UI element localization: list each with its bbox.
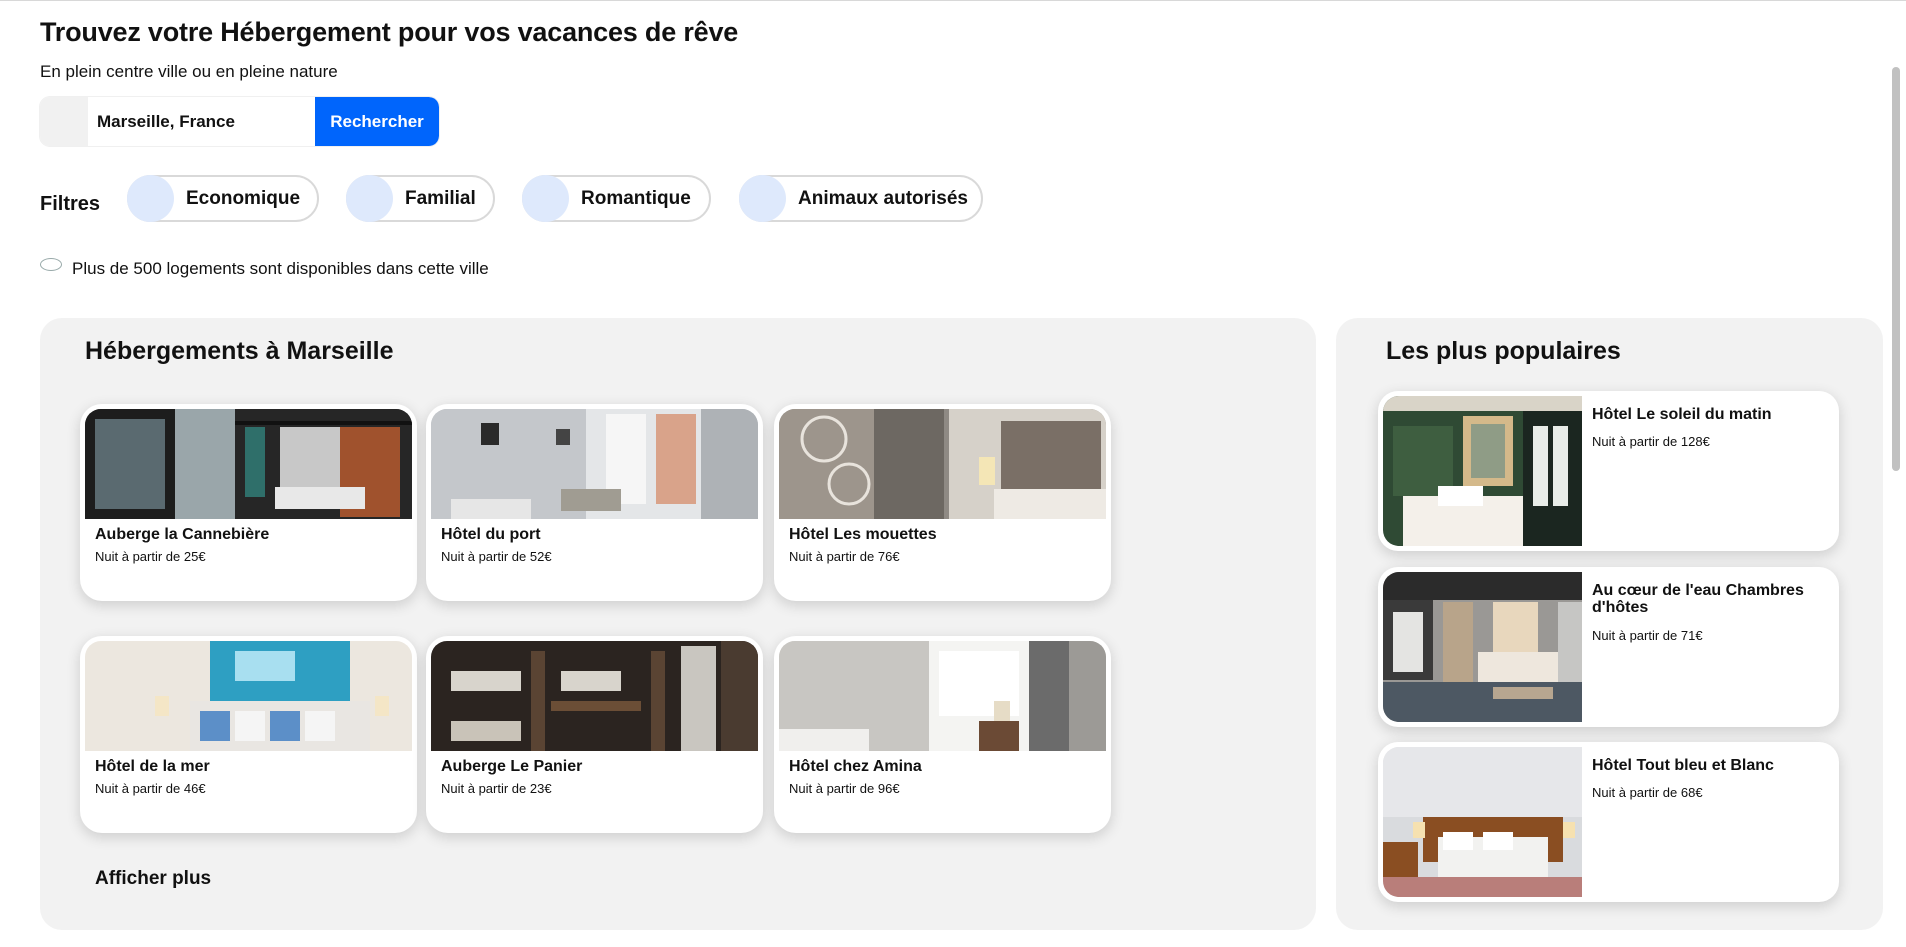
filter-label: Economique [186, 187, 301, 209]
filter-romantique[interactable]: Romantique [522, 175, 711, 222]
availability-info: Plus de 500 logements sont disponibles d… [40, 257, 489, 279]
card-name: Hôtel chez Amina [789, 758, 922, 775]
card-name: Hôtel Les mouettes [789, 526, 937, 543]
hotel-photo [1383, 747, 1582, 897]
scrollbar-thumb[interactable] [1892, 67, 1900, 471]
accommodation-card[interactable]: Auberge la Cannebière Nuit à partir de 2… [80, 404, 417, 601]
page-subtitle: En plein centre ville ou en pleine natur… [40, 62, 338, 81]
availability-text: Plus de 500 logements sont disponibles d… [72, 259, 489, 278]
card-name: Hôtel de la mer [95, 758, 210, 775]
accommodation-card[interactable]: Hôtel du port Nuit à partir de 52€ [426, 404, 763, 601]
accommodation-card[interactable]: Auberge Le Panier Nuit à partir de 23€ [426, 636, 763, 833]
hotel-photo [1383, 572, 1582, 722]
hotel-photo [431, 409, 758, 519]
card-price: Nuit à partir de 52€ [441, 549, 552, 564]
popular-card[interactable]: Hôtel Le soleil du matin Nuit à partir d… [1378, 391, 1839, 551]
paw-icon [739, 175, 786, 222]
filter-animaux[interactable]: Animaux autorisés [739, 175, 983, 222]
search-bar: Rechercher [40, 97, 439, 146]
popular-card-name: Au cœur de l'eau Chambres d'hôtes [1592, 582, 1804, 616]
accommodation-card[interactable]: Hôtel de la mer Nuit à partir de 46€ [80, 636, 417, 833]
filter-economique[interactable]: Economique [127, 175, 319, 222]
popular-card-name: Hôtel Le soleil du matin [1592, 406, 1772, 423]
filter-label: Animaux autorisés [798, 187, 968, 209]
filter-familial[interactable]: Familial [346, 175, 495, 222]
filter-label: Familial [405, 187, 476, 209]
card-name: Hôtel du port [441, 526, 541, 543]
popular-card-price: Nuit à partir de 128€ [1592, 434, 1710, 449]
family-icon [346, 175, 393, 222]
popular-card[interactable]: Hôtel Tout bleu et Blanc Nuit à partir d… [1378, 742, 1839, 902]
popular-card-price: Nuit à partir de 68€ [1592, 785, 1703, 800]
hotel-photo [85, 409, 412, 519]
card-price: Nuit à partir de 25€ [95, 549, 206, 564]
heart-icon [522, 175, 569, 222]
popular-title: Les plus populaires [1386, 337, 1621, 365]
card-price: Nuit à partir de 46€ [95, 781, 206, 796]
accommodations-title: Hébergements à Marseille [85, 337, 394, 365]
filter-label: Romantique [581, 187, 691, 209]
popular-panel: Les plus populaires Hôtel Le soleil du m… [1336, 318, 1883, 930]
popular-card-name: Hôtel Tout bleu et Blanc [1592, 757, 1774, 774]
popular-card[interactable]: Au cœur de l'eau Chambres d'hôtes Nuit à… [1378, 567, 1839, 727]
accommodation-card[interactable]: Hôtel Les mouettes Nuit à partir de 76€ [774, 404, 1111, 601]
accommodation-card[interactable]: Hôtel chez Amina Nuit à partir de 96€ [774, 636, 1111, 833]
hotel-photo [779, 641, 1106, 751]
hotel-photo [85, 641, 412, 751]
show-more-link[interactable]: Afficher plus [95, 868, 211, 890]
search-button[interactable]: Rechercher [315, 97, 439, 146]
hotel-photo [779, 409, 1106, 519]
card-price: Nuit à partir de 76€ [789, 549, 900, 564]
filters-label: Filtres [40, 193, 101, 215]
card-name: Auberge la Cannebière [95, 526, 270, 543]
card-price: Nuit à partir de 96€ [789, 781, 900, 796]
popular-card-price: Nuit à partir de 71€ [1592, 628, 1703, 643]
money-icon [127, 175, 174, 222]
search-input[interactable] [88, 97, 315, 146]
page-title: Trouvez votre Hébergement pour vos vacan… [40, 17, 739, 47]
card-price: Nuit à partir de 23€ [441, 781, 552, 796]
hotel-photo [1383, 396, 1582, 546]
card-name: Auberge Le Panier [441, 758, 583, 775]
search-icon[interactable] [40, 97, 88, 146]
page-scrollbar[interactable] [1888, 1, 1906, 947]
hotel-photo [431, 641, 758, 751]
info-icon [40, 257, 62, 271]
accommodations-panel: Hébergements à Marseille Auberge la Cann… [40, 318, 1316, 930]
